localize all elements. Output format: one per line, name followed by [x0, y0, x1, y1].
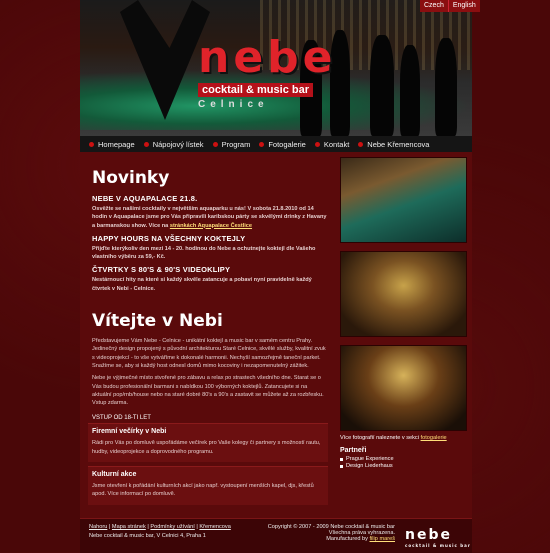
bullet-icon [314, 141, 320, 147]
lang-czech[interactable]: Czech [420, 0, 448, 12]
dancer-silhouette [435, 38, 457, 136]
bullet-icon [89, 141, 94, 147]
nav-gallery[interactable]: Fotogalerie [259, 140, 306, 149]
main-content: Novinky NEBE V AQUAPALACE 21.8. Osvěžte … [88, 160, 328, 509]
footer-link-terms[interactable]: Podmínky užívání [150, 524, 194, 530]
box-title: Firemní večírky v Nebi [92, 428, 167, 436]
box-title: Kulturní akce [92, 471, 137, 479]
news-title: Novinky [92, 168, 170, 188]
box-text: Jsme otevření k pořádání kulturních akcí… [92, 483, 314, 498]
footer-link-top[interactable]: Nahoru [89, 524, 107, 530]
header-banner: nebe cocktail & music bar Celnice [80, 0, 472, 136]
more-photos-text: Více fotografií naleznete v sekci fotoga… [340, 435, 447, 441]
aquapalace-link[interactable]: stránkách Aquapalace Čestlice [170, 223, 252, 229]
dancer-silhouette [400, 45, 420, 136]
bar-photo[interactable] [340, 345, 467, 431]
news-heading: HAPPY HOURS NA VŠECHNY KOKTEJLY [92, 233, 246, 243]
welcome-text: Představujeme Vám Nebe - Celnice - uniká… [92, 338, 326, 369]
footer-left: Nahoru | Mapa stránek | Podmínky užívání… [89, 524, 231, 539]
news-text: Přijďte kterýkoliv den mezi 14 - 20. hod… [92, 245, 316, 261]
bar-photo[interactable] [340, 157, 467, 243]
news-text: Osvěžte se našimi cocktaily v největším … [92, 206, 327, 229]
bar-photo[interactable] [340, 251, 467, 337]
footer-link-kremencova[interactable]: Křemencova [199, 524, 230, 530]
news-text: Nestárnoucí hity na které si každý skvěl… [92, 277, 312, 292]
manufacturer-link[interactable]: filip mareš [370, 536, 396, 542]
footer-right: Copyright © 2007 - 2009 Nebe cocktail & … [265, 524, 395, 542]
welcome-text: Nebe je výjimečné místo stvořené pro záb… [92, 375, 324, 407]
partners-title: Partneři [340, 447, 367, 454]
info-box: Kulturní akce Jsme otevření k pořádání k… [88, 466, 328, 505]
language-switcher: Czech English [420, 0, 480, 12]
news-heading: ČTVRTKY S 80'S & 90'S VIDEOKLIPY [92, 265, 231, 275]
manufacturer: Manufactured by filip mareš [326, 536, 396, 542]
logo-city: Celnice [198, 99, 269, 110]
nav-nebe-kremencova[interactable]: Nebe Křemencova [358, 140, 429, 149]
nav-homepage[interactable]: Homepage [89, 140, 135, 149]
news-heading: NEBE V AQUAPALACE 21.8. [92, 194, 198, 203]
box-text: Rádi pro Vás po domluvě uspořádáme večír… [92, 440, 321, 455]
footer-link-sitemap[interactable]: Mapa stránek [112, 524, 146, 530]
bullet-icon [143, 141, 149, 147]
footer: Nahoru | Mapa stránek | Podmínky užívání… [80, 518, 472, 553]
nav-drinks[interactable]: Nápojový lístek [143, 140, 204, 149]
logo-subtitle: cocktail & music bar [198, 83, 313, 97]
site-logo[interactable]: nebe cocktail & music bar Celnice [198, 36, 398, 110]
info-box: Firemní večírky v Nebi Rádi pro Vás po d… [88, 423, 328, 463]
partners: Partneři Prague Experience Design Lieder… [340, 447, 465, 469]
welcome-title: Vítejte v Nebi [92, 311, 223, 332]
bullet-icon [259, 141, 265, 147]
gallery-link[interactable]: fotogalerie [421, 435, 447, 441]
footer-logo: nebe cocktail & music bar [405, 527, 471, 548]
photo-column: Více fotografií naleznete v sekci fotoga… [340, 157, 467, 470]
logo-name: nebe [198, 32, 337, 83]
footer-address: Nebe cocktail & music bar, V Celnici 4, … [89, 533, 206, 539]
nav-program[interactable]: Program [212, 140, 250, 149]
bullet-icon [358, 141, 364, 147]
lang-english[interactable]: English [447, 0, 480, 12]
partner-link[interactable]: Design Liederhaus [340, 463, 465, 469]
nav-contact[interactable]: Kontakt [314, 140, 349, 149]
main-nav: Homepage Nápojový lístek Program Fotogal… [80, 136, 472, 152]
bullet-icon [212, 141, 218, 147]
entry-age: VSTUP OD 18-TI LET [92, 415, 151, 422]
partner-link[interactable]: Prague Experience [340, 456, 465, 462]
